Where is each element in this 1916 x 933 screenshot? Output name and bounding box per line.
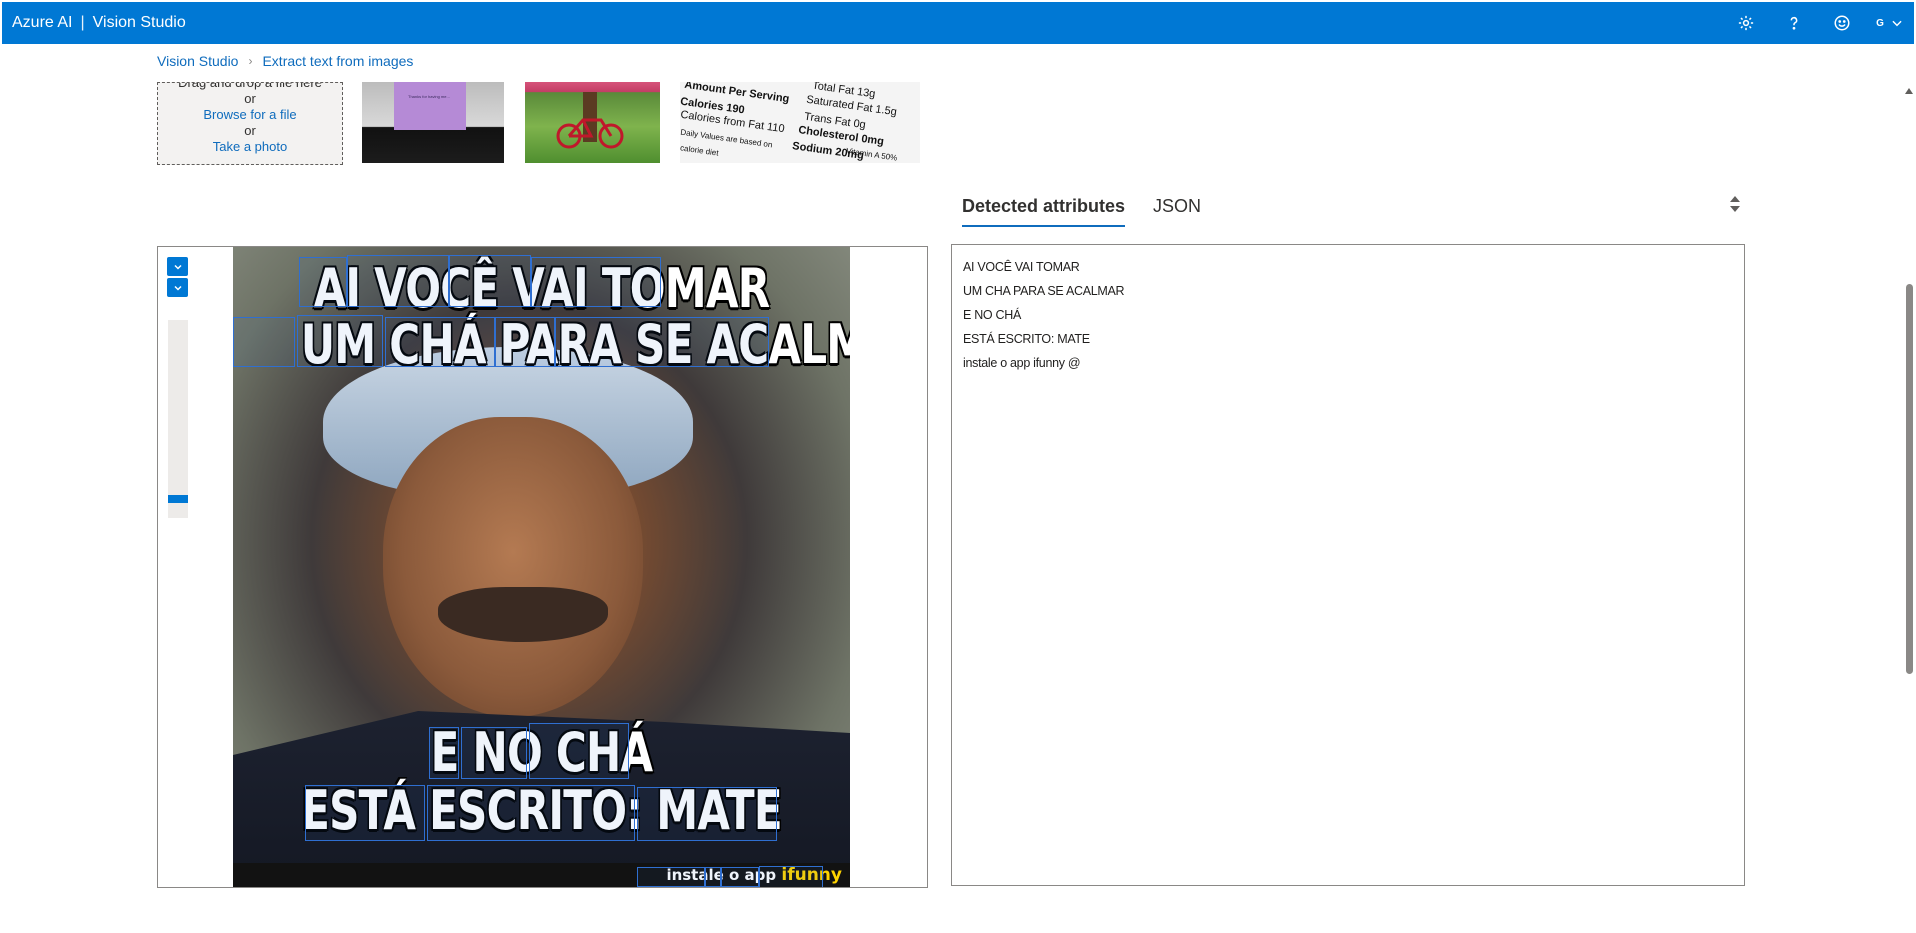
word-bounding-box[interactable] (305, 785, 425, 841)
word-bounding-box[interactable] (637, 867, 705, 887)
breadcrumb-extract-text[interactable]: Extract text from images (262, 53, 413, 69)
or-separator-2: or (244, 123, 256, 138)
word-bounding-box[interactable] (427, 785, 635, 841)
product-name: Vision Studio (92, 14, 186, 31)
help-button[interactable] (1770, 2, 1818, 44)
breadcrumb: Vision Studio › Extract text from images (157, 53, 413, 69)
scroll-down-icon[interactable] (1730, 206, 1740, 212)
chevron-down-icon (173, 285, 182, 291)
page-scrollbar-thumb[interactable] (1906, 284, 1913, 674)
brand-name: Azure AI (12, 14, 73, 31)
word-bounding-box[interactable] (721, 867, 759, 887)
or-separator-1: or (244, 91, 256, 106)
account-initial: G (1876, 17, 1884, 29)
chevron-down-icon (1892, 20, 1902, 27)
zoom-in-button[interactable] (167, 257, 188, 276)
word-bounding-box[interactable] (555, 317, 769, 367)
word-bounding-box[interactable] (347, 255, 449, 307)
sticky-note-text: Thanks for having me... (408, 94, 450, 99)
word-bounding-box[interactable] (759, 866, 823, 887)
detected-text-list: AI VOCÊ VAI TOMAR UM CHA PARA SE ACALMAR… (952, 245, 1744, 375)
browse-file-link[interactable]: Browse for a file (158, 107, 342, 123)
word-bounding-box[interactable] (385, 317, 495, 367)
tab-detected-attributes[interactable]: Detected attributes (962, 196, 1126, 227)
scroll-up-icon[interactable] (1730, 196, 1740, 202)
gear-icon (1738, 15, 1754, 31)
account-menu[interactable]: G (1866, 2, 1914, 44)
drop-instruction: Drag and drop a file here (178, 82, 322, 90)
bicycle-icon (556, 118, 624, 149)
word-bounding-box[interactable] (705, 867, 721, 887)
detected-text-line: instale o app ifunny @ (963, 356, 1081, 370)
sample-image-bicycle[interactable] (525, 82, 660, 163)
take-photo-link[interactable]: Take a photo (158, 139, 342, 155)
word-bounding-box[interactable] (637, 787, 777, 841)
header-actions: G (1722, 2, 1914, 44)
smiley-icon (1834, 15, 1850, 31)
word-bounding-box[interactable] (531, 257, 661, 307)
top-bar: Azure AI | Vision Studio G (2, 2, 1914, 44)
result-tabs: Detected attributes JSON (962, 196, 1201, 227)
brand[interactable]: Azure AI | Vision Studio (12, 14, 186, 32)
word-bounding-box[interactable] (495, 317, 555, 367)
word-bounding-box[interactable] (529, 723, 629, 779)
chevron-down-icon (173, 264, 182, 270)
sample-image-nutrition-label[interactable]: Amount Per Serving Total Fat 13g Calorie… (680, 82, 920, 163)
detected-text-line: UM CHA PARA SE ACALMAR (963, 284, 1125, 298)
sample-image-sticky-note[interactable]: Thanks for having me... (362, 82, 504, 163)
chevron-right-icon: › (248, 54, 253, 68)
zoom-slider[interactable] (168, 320, 188, 518)
word-bounding-box[interactable] (461, 727, 527, 779)
zoom-slider-thumb[interactable] (168, 495, 188, 503)
nutrition-label-text: calorie diet (680, 143, 720, 158)
detected-text-line: AI VOCÊ VAI TOMAR (963, 260, 1080, 274)
word-bounding-box[interactable] (297, 315, 383, 367)
mustache (438, 587, 608, 642)
zoom-out-button[interactable] (167, 278, 188, 297)
scroll-up-icon[interactable] (1905, 88, 1913, 94)
pane-scroll-arrows (1727, 192, 1743, 228)
detected-text-panel[interactable]: AI VOCÊ VAI TOMAR UM CHA PARA SE ACALMAR… (951, 244, 1745, 886)
word-bounding-box[interactable] (449, 255, 531, 307)
detected-text-line: ESTÁ ESCRITO: MATE (963, 332, 1090, 346)
word-bounding-box[interactable] (233, 317, 295, 367)
detected-text-line: E NO CHÁ (963, 308, 1022, 322)
page-scrollbar[interactable] (1902, 84, 1916, 924)
sticky-note: Thanks for having me... (394, 82, 466, 130)
file-drop-zone[interactable]: Drag and drop a file here or Browse for … (157, 82, 343, 165)
tab-json[interactable]: JSON (1153, 196, 1201, 227)
feedback-button[interactable] (1818, 2, 1866, 44)
help-icon (1790, 16, 1798, 30)
word-bounding-box[interactable] (429, 727, 459, 779)
settings-button[interactable] (1722, 2, 1770, 44)
brand-separator: | (80, 14, 85, 31)
image-viewer: AI VOCÊ VAI TOMAR UM CHÁ PARA SE ACALMAR… (157, 246, 928, 888)
word-bounding-box[interactable] (299, 257, 347, 307)
analyzed-image: AI VOCÊ VAI TOMAR UM CHÁ PARA SE ACALMAR… (233, 247, 850, 887)
face (383, 417, 643, 717)
breadcrumb-vision-studio[interactable]: Vision Studio (157, 53, 238, 69)
